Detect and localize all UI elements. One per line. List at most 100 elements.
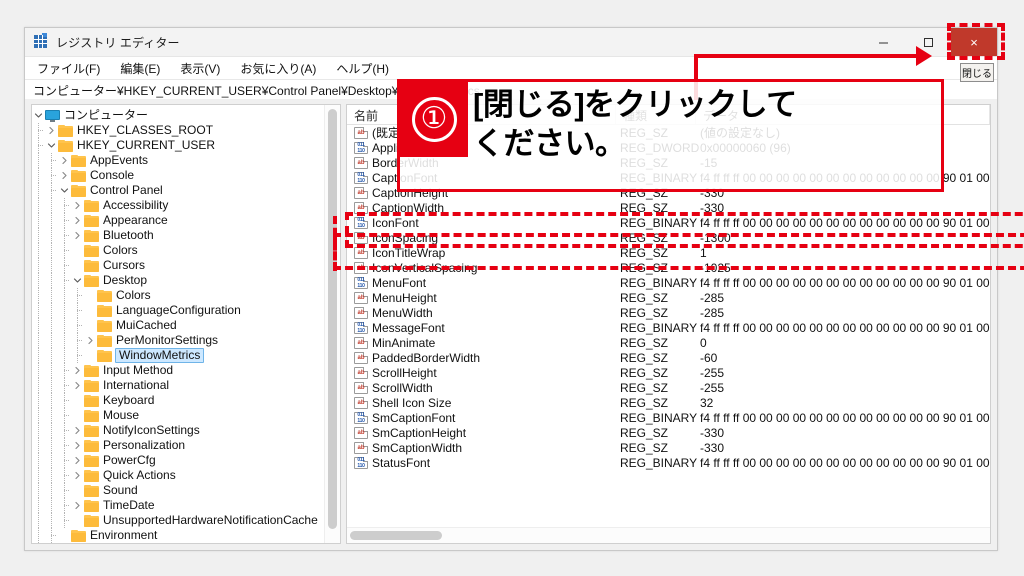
value-row[interactable]: ab SmCaptionHeight REG_SZ -330 xyxy=(347,425,990,440)
tree-item-keyboard[interactable]: Keyboard xyxy=(32,393,325,408)
tree-item-cursors[interactable]: Cursors xyxy=(32,258,325,273)
value-row[interactable]: 011 110 MessageFont REG_BINARY f4 ff ff ff 0… xyxy=(347,320,990,335)
chevron-down-icon[interactable] xyxy=(71,274,84,287)
menu-help[interactable]: ヘルプ(H) xyxy=(334,58,398,79)
tree-indent-guide xyxy=(71,303,84,318)
tree-item-powercfg[interactable]: PowerCfg xyxy=(32,453,325,468)
value-row[interactable]: ab ScrollHeight REG_SZ -255 xyxy=(347,365,990,380)
tree-item-appearance[interactable]: Appearance xyxy=(32,213,325,228)
chevron-right-icon[interactable] xyxy=(71,469,84,482)
tree-item-mouse[interactable]: Mouse xyxy=(32,408,325,423)
tree-item-notifyiconsettings[interactable]: NotifyIconSettings xyxy=(32,423,325,438)
tree-item-colors[interactable]: Colors xyxy=(32,288,325,303)
chevron-right-icon[interactable] xyxy=(71,229,84,242)
tree-item-languageconfiguration[interactable]: LanguageConfiguration xyxy=(32,303,325,318)
value-row[interactable]: ab SmCaptionWidth REG_SZ -330 xyxy=(347,440,990,455)
tree-indent-guide xyxy=(58,318,71,333)
value-row[interactable]: ab MenuHeight REG_SZ -285 xyxy=(347,290,990,305)
chevron-right-icon[interactable] xyxy=(71,364,84,377)
tree-indent-guide xyxy=(32,213,45,228)
tree-item-quick-actions[interactable]: Quick Actions xyxy=(32,468,325,483)
values-scroll-thumb[interactable] xyxy=(350,531,442,540)
tree-item-[interactable]: コンピューター xyxy=(32,108,325,123)
tree-item-personalization[interactable]: Personalization xyxy=(32,438,325,453)
tree-item-desktop[interactable]: Desktop xyxy=(32,273,325,288)
tree-item-label: Desktop xyxy=(103,273,148,287)
tree-item-permonitorsettings[interactable]: PerMonitorSettings xyxy=(32,333,325,348)
value-row[interactable]: 011 110 MenuFont REG_BINARY f4 ff ff ff 00 0… xyxy=(347,275,990,290)
tree-indent-guide xyxy=(58,348,71,363)
value-row[interactable]: ab MinAnimate REG_SZ 0 xyxy=(347,335,990,350)
chevron-right-icon[interactable] xyxy=(45,124,58,137)
tree-item-label: AppEvents xyxy=(90,153,149,167)
tree-item-control-panel[interactable]: Control Panel xyxy=(32,183,325,198)
value-row[interactable]: 011 110 SmCaptionFont REG_BINARY f4 ff ff ff… xyxy=(347,410,990,425)
chevron-down-icon[interactable] xyxy=(58,184,71,197)
string-value-icon: ab xyxy=(354,381,368,394)
value-row[interactable]: 011 110 StatusFont REG_BINARY f4 ff ff ff 00… xyxy=(347,455,990,470)
tree-item-colors[interactable]: Colors xyxy=(32,243,325,258)
value-row[interactable]: ab ScrollWidth REG_SZ -255 xyxy=(347,380,990,395)
value-row[interactable]: ab MenuWidth REG_SZ -285 xyxy=(347,305,990,320)
value-name: MenuFont xyxy=(372,275,427,290)
tree-item-hkey-current-user[interactable]: HKEY_CURRENT_USER xyxy=(32,138,325,153)
tree-item-bluetooth[interactable]: Bluetooth xyxy=(32,228,325,243)
annotation-row-highlight-b xyxy=(333,233,1024,270)
tree-item-label: Mouse xyxy=(103,408,140,422)
tree-item-unsupportedhardwarenotificationcache[interactable]: UnsupportedHardwareNotificationCache xyxy=(32,513,325,528)
close-button-tooltip: 閉じる xyxy=(960,63,994,82)
tree-indent-guide xyxy=(45,423,58,438)
tree-indent-guide xyxy=(32,123,45,138)
tree-item-label: Input Method xyxy=(103,363,174,377)
chevron-right-icon[interactable] xyxy=(71,199,84,212)
tree-item-accessibility[interactable]: Accessibility xyxy=(32,198,325,213)
tree-item-international[interactable]: International xyxy=(32,378,325,393)
tree-item-console[interactable]: Console xyxy=(32,168,325,183)
tree-item-hkey-classes-root[interactable]: HKEY_CLASSES_ROOT xyxy=(32,123,325,138)
tree-item-label: Keyboard xyxy=(103,393,155,407)
chevron-right-icon[interactable] xyxy=(71,214,84,227)
folder-icon xyxy=(58,139,73,152)
values-horizontal-scrollbar[interactable] xyxy=(347,527,990,543)
tree-item-input-method[interactable]: Input Method xyxy=(32,363,325,378)
chevron-right-icon[interactable] xyxy=(58,154,71,167)
tree-item-label: HKEY_CLASSES_ROOT xyxy=(77,123,214,137)
tree-indent-guide xyxy=(58,243,71,258)
tree-indent-guide xyxy=(32,423,45,438)
chevron-down-icon[interactable] xyxy=(32,109,45,122)
chevron-right-icon[interactable] xyxy=(71,424,84,437)
tree-item-windowmetrics[interactable]: WindowMetrics xyxy=(32,348,325,363)
tree-vertical-scrollbar[interactable] xyxy=(324,105,340,543)
chevron-right-icon[interactable] xyxy=(58,169,71,182)
tree-indent-guide xyxy=(45,468,58,483)
chevron-right-icon[interactable] xyxy=(84,334,97,347)
tree-item-timedate[interactable]: TimeDate xyxy=(32,498,325,513)
tree-indent-guide xyxy=(58,513,71,528)
tree-item-environment[interactable]: Environment xyxy=(32,528,325,543)
folder-icon xyxy=(97,319,112,332)
chevron-down-icon[interactable] xyxy=(45,139,58,152)
tree-indent-guide xyxy=(58,498,71,513)
menu-edit[interactable]: 編集(E) xyxy=(118,58,169,79)
chevron-right-icon[interactable] xyxy=(71,379,84,392)
tree-item-label: Appearance xyxy=(103,213,168,227)
chevron-right-icon[interactable] xyxy=(71,439,84,452)
annotation-text-line2: ください。 xyxy=(473,125,626,161)
tree-item-sound[interactable]: Sound xyxy=(32,483,325,498)
registry-tree-pane[interactable]: コンピューター HKEY_CLASSES_ROOT HKEY_CURRENT_USE… xyxy=(31,104,341,544)
tree-item-appevents[interactable]: AppEvents xyxy=(32,153,325,168)
value-name: MenuWidth xyxy=(372,305,433,320)
value-row[interactable]: ab PaddedBorderWidth REG_SZ -60 xyxy=(347,350,990,365)
tree-item-muicached[interactable]: MuiCached xyxy=(32,318,325,333)
chevron-right-icon[interactable] xyxy=(71,454,84,467)
tree-scroll-thumb[interactable] xyxy=(328,109,337,529)
menu-favorites[interactable]: お気に入り(A) xyxy=(238,58,325,79)
tree-indent-guide xyxy=(58,288,71,303)
menu-file[interactable]: ファイル(F) xyxy=(35,58,109,79)
folder-icon xyxy=(84,379,99,392)
chevron-right-icon[interactable] xyxy=(71,499,84,512)
tree-indent-guide xyxy=(32,288,45,303)
value-row[interactable]: ab Shell Icon Size REG_SZ 32 xyxy=(347,395,990,410)
tree-item-label: HKEY_CURRENT_USER xyxy=(77,138,216,152)
menu-view[interactable]: 表示(V) xyxy=(178,58,229,79)
